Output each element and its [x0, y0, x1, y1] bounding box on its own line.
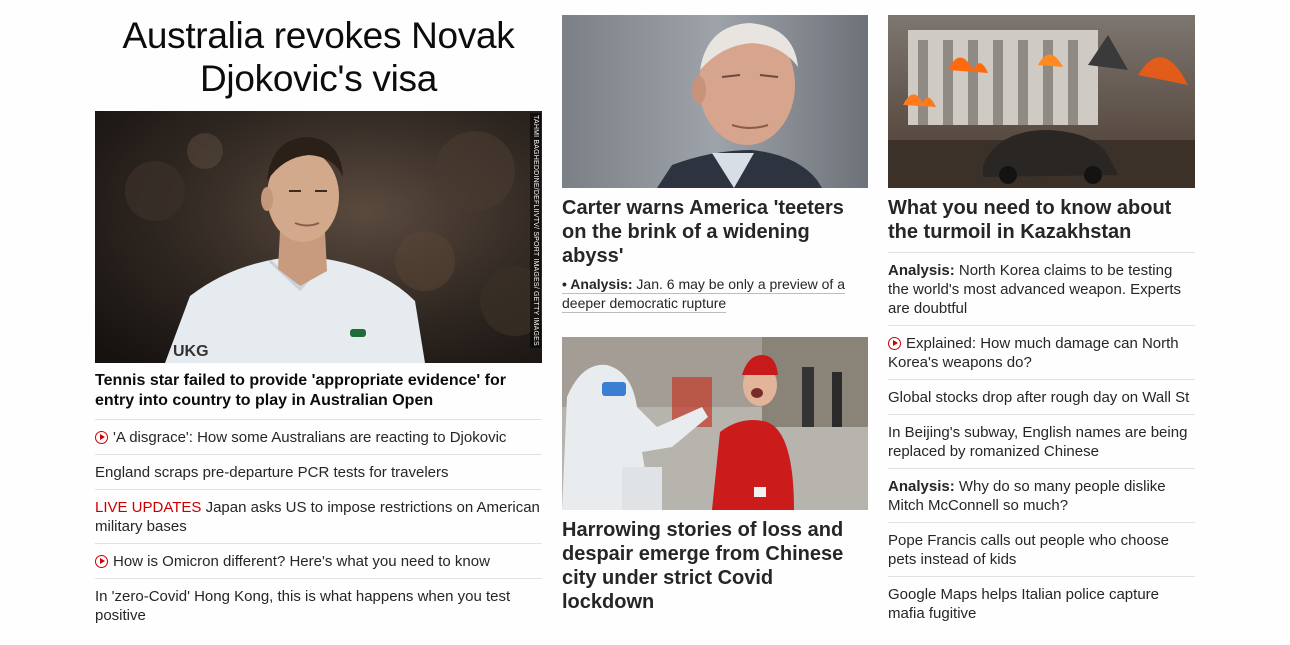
carter-analysis-link[interactable]: • Analysis: Jan. 6 may be only a preview…: [562, 275, 868, 313]
kazakhstan-photo[interactable]: [888, 15, 1195, 188]
list-item[interactable]: Pope Francis calls out people who choose…: [888, 522, 1195, 576]
middle-column: Carter warns America 'teeters on the bri…: [562, 0, 868, 614]
headline-list: 'A disgrace': How some Australians are r…: [95, 419, 542, 632]
list-item[interactable]: Analysis: Why do so many people dislike …: [888, 468, 1195, 522]
play-icon: [95, 555, 108, 568]
list-item[interactable]: In 'zero-Covid' Hong Kong, this is what …: [95, 578, 542, 632]
right-column: What you need to know about the turmoil …: [888, 0, 1195, 630]
carter-photo[interactable]: [562, 15, 868, 188]
list-item[interactable]: Explained: How much damage can North Kor…: [888, 325, 1195, 379]
list-item[interactable]: LIVE UPDATES Japan asks US to impose res…: [95, 489, 542, 543]
list-item[interactable]: England scraps pre-departure PCR tests f…: [95, 454, 542, 489]
carter-story-title[interactable]: Carter warns America 'teeters on the bri…: [562, 196, 868, 268]
play-icon: [95, 431, 108, 444]
djokovic-photo[interactable]: UKG TAHMI BAGHEDDINE/DEFLIIVTV/ SPORT IM…: [95, 111, 542, 363]
banner-headline[interactable]: Australia revokes Novak Djokovic's visa: [95, 14, 542, 100]
play-icon: [888, 337, 901, 350]
photo-credit: TAHMI BAGHEDDINE/DEFLIIVTV/ SPORT IMAGES…: [530, 113, 541, 348]
list-item[interactable]: 'A disgrace': How some Australians are r…: [95, 419, 542, 454]
list-item[interactable]: Global stocks drop after rough day on Wa…: [888, 379, 1195, 414]
kazakhstan-story-title[interactable]: What you need to know about the turmoil …: [888, 196, 1195, 244]
china-lockdown-story-title[interactable]: Harrowing stories of loss and despair em…: [562, 518, 868, 614]
list-item[interactable]: In Beijing's subway, English names are b…: [888, 414, 1195, 468]
covid-testing-photo[interactable]: [562, 337, 868, 510]
headline-list: Analysis: North Korea claims to be testi…: [888, 252, 1195, 630]
lead-story-title[interactable]: Tennis star failed to provide 'appropria…: [95, 371, 542, 411]
svg-text:UKG: UKG: [173, 343, 209, 360]
lead-story-column: Australia revokes Novak Djokovic's visa …: [95, 0, 542, 632]
list-item[interactable]: How is Omicron different? Here's what yo…: [95, 543, 542, 578]
list-item[interactable]: Analysis: North Korea claims to be testi…: [888, 252, 1195, 325]
list-item[interactable]: Google Maps helps Italian police capture…: [888, 576, 1195, 630]
live-updates-label: LIVE UPDATES: [95, 499, 202, 516]
